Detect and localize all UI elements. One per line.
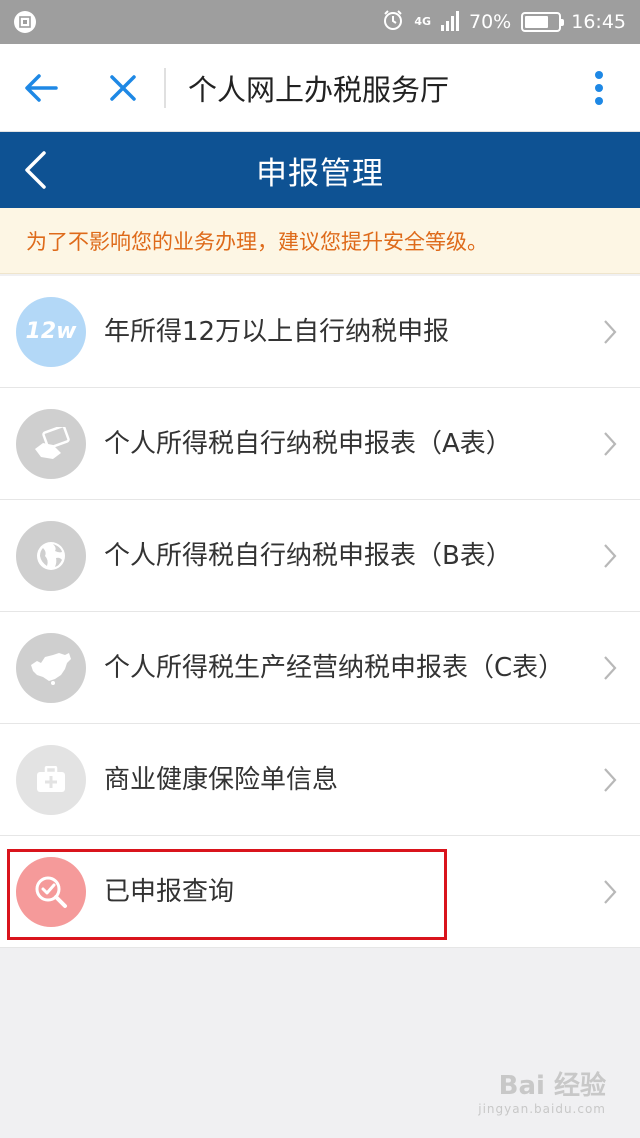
header-back-button[interactable] [10, 132, 60, 208]
toolbar-divider [164, 67, 166, 108]
menu-item-annual-income-declaration[interactable]: 12w 年所得12万以上自行纳税申报 [0, 276, 640, 388]
alarm-icon [382, 9, 404, 36]
watermark: Bai 经验 jingyan.baidu.com [478, 1065, 606, 1116]
watermark-url: jingyan.baidu.com [478, 1102, 606, 1116]
menu-item-label: 个人所得税自行纳税申报表（B表） [104, 540, 512, 571]
chevron-left-icon [25, 151, 46, 189]
back-button[interactable] [0, 44, 82, 132]
menu-item-label: 个人所得税自行纳税申报表（A表） [104, 428, 512, 459]
chevron-right-icon [600, 651, 620, 685]
menu-item-form-c[interactable]: 个人所得税生产经营纳税申报表（C表） [0, 612, 640, 724]
browser-bar: 个人网上办税服务厅 [0, 44, 640, 132]
globe-icon [16, 520, 86, 591]
menu-item-health-insurance[interactable]: 商业健康保险单信息 [0, 724, 640, 836]
status-bar: 4G 70% 16:45 [0, 0, 640, 44]
clock: 16:45 [571, 11, 626, 33]
menu-list: 12w 年所得12万以上自行纳税申报 个人所得税自行纳税申报表（A表） 个人所得… [0, 276, 640, 948]
chevron-right-icon [600, 427, 620, 461]
chevron-right-icon [600, 539, 620, 573]
menu-item-form-b[interactable]: 个人所得税自行纳税申报表（B表） [0, 500, 640, 612]
watermark-brand: Bai 经验 [498, 1071, 606, 1101]
signal-icon [441, 9, 459, 36]
chevron-right-icon [600, 763, 620, 797]
close-icon [110, 74, 136, 101]
security-notice: 为了不影响您的业务办理，建议您提升安全等级。 [0, 208, 640, 274]
status-left [14, 11, 36, 33]
china-map-icon [16, 632, 86, 703]
chevron-right-icon [600, 875, 620, 909]
network-type: 4G [414, 15, 431, 28]
browser-title: 个人网上办税服务厅 [188, 72, 450, 107]
chevron-right-icon [600, 315, 620, 349]
icon-badge-text: 12w [25, 319, 77, 344]
money-hand-icon [16, 408, 86, 479]
network-label: 4G [414, 15, 431, 28]
status-right: 4G 70% 16:45 [382, 9, 626, 36]
battery-percent: 70% [469, 11, 512, 33]
more-vertical-icon [595, 70, 603, 105]
battery-fill [525, 16, 548, 28]
notice-text: 为了不影响您的业务办理，建议您提升安全等级。 [26, 229, 488, 254]
more-menu-button[interactable] [558, 44, 640, 132]
search-check-icon [16, 856, 86, 927]
close-button[interactable] [82, 44, 164, 132]
arrow-left-icon [25, 73, 58, 102]
menu-item-label: 个人所得税生产经营纳税申报表（C表） [104, 652, 565, 683]
notification-app-icon [14, 11, 36, 33]
page-title: 申报管理 [256, 155, 384, 192]
menu-item-declared-query[interactable]: 已申报查询 [0, 836, 640, 948]
battery-icon [521, 12, 565, 32]
menu-item-label: 年所得12万以上自行纳税申报 [104, 316, 450, 347]
medical-kit-icon [16, 744, 86, 815]
page-header: 申报管理 [0, 132, 640, 208]
menu-item-label: 商业健康保险单信息 [104, 764, 339, 795]
12w-badge-icon: 12w [16, 296, 86, 367]
menu-item-label: 已申报查询 [104, 876, 235, 907]
menu-item-form-a[interactable]: 个人所得税自行纳税申报表（A表） [0, 388, 640, 500]
